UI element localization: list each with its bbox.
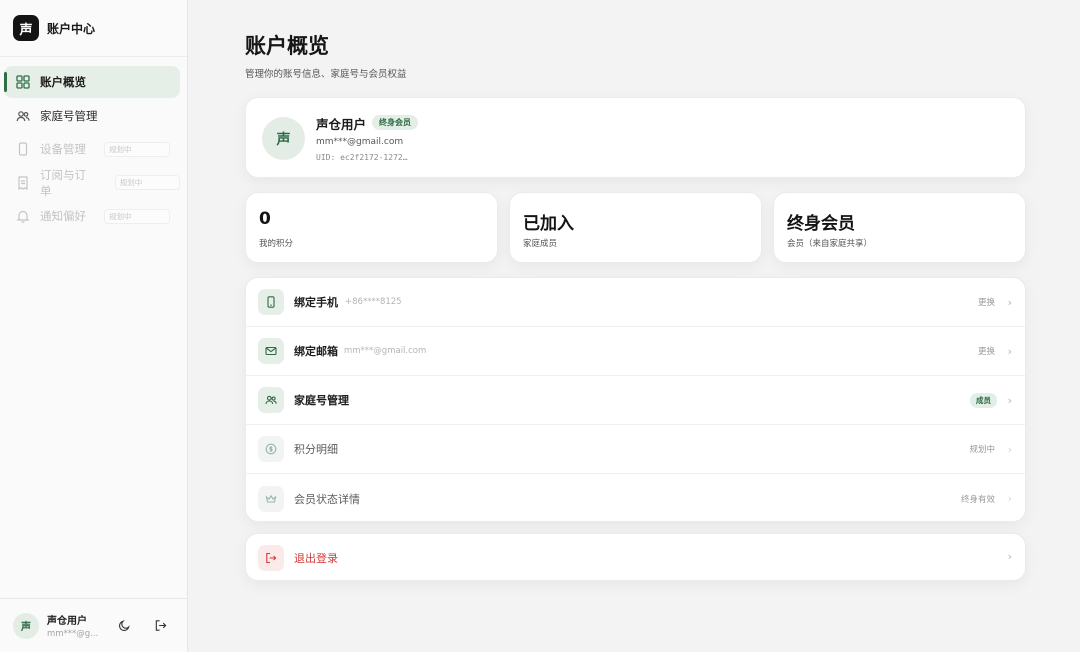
logout-label: 退出登录	[294, 552, 338, 565]
footer-user-email: mm***@g...	[47, 629, 99, 639]
sidebar-item-label: 订阅与订单	[40, 167, 86, 198]
brand-header: 声 账户中心	[0, 0, 187, 57]
logout-button[interactable]: 退出登录 ›	[245, 533, 1026, 581]
footer-user-info: 声仓用户 mm***@g...	[47, 612, 107, 639]
avatar[interactable]: 声	[13, 612, 39, 639]
users-icon	[16, 109, 30, 123]
brand-logo: 声	[13, 15, 39, 41]
coin-icon	[258, 436, 284, 462]
sidebar-item-subscriptions: 订阅与订单 规划中	[4, 167, 180, 199]
stat-value: 0	[259, 209, 271, 229]
sidebar-user-footer: 声 声仓用户 mm***@g...	[0, 598, 187, 652]
page-subtitle: 管理你的账号信息、家庭号与会员权益	[245, 69, 407, 80]
chevron-right-icon: ›	[1007, 492, 1012, 505]
row-status: 终身有效	[960, 494, 995, 505]
profile-email: mm***@gmail.com	[316, 137, 404, 147]
phone-icon	[16, 142, 30, 156]
sidebar-item-overview[interactable]: 账户概览	[4, 66, 180, 98]
sidebar-item-notifications: 通知偏好 规划中	[4, 200, 180, 232]
sidebar-item-devices: 设备管理 规划中	[4, 133, 180, 165]
stat-card-points: 0 我的积分	[245, 192, 498, 263]
profile-name: 声仓用户	[316, 117, 367, 132]
footer-logout-button[interactable]	[150, 616, 170, 636]
theme-toggle-button[interactable]	[114, 616, 134, 636]
stat-label: 家庭成员	[523, 239, 558, 249]
sidebar: 声 账户中心 账户概览 家庭号管理 设备管理 规划中 订阅与订单 规划中 通知偏…	[0, 0, 188, 652]
change-email-link[interactable]: 更换	[978, 345, 995, 357]
planned-badge: 规划中	[104, 208, 170, 224]
chevron-right-icon: ›	[1007, 344, 1012, 358]
sidebar-nav: 账户概览 家庭号管理 设备管理 规划中 订阅与订单 规划中 通知偏好 规划中	[0, 57, 187, 598]
role-badge: 成员	[970, 392, 997, 408]
main-content: 账户概览 管理你的账号信息、家庭号与会员权益 声 声仓用户 终身会员 mm***…	[188, 0, 1080, 652]
row-label: 会员状态详情	[294, 492, 360, 506]
stat-label: 我的积分	[259, 239, 294, 249]
logout-icon	[258, 545, 284, 571]
row-label: 积分明细	[294, 443, 338, 456]
membership-badge: 终身会员	[372, 115, 418, 130]
receipt-icon	[16, 175, 30, 190]
sidebar-item-label: 通知偏好	[40, 209, 86, 223]
profile-card: 声 声仓用户 终身会员 mm***@gmail.com UID: ec2f217…	[245, 97, 1026, 178]
planned-badge: 规划中	[104, 141, 170, 157]
row-value: mm***@gmail.com	[344, 346, 427, 356]
stat-value: 已加入	[523, 214, 574, 234]
sidebar-item-label: 家庭号管理	[40, 108, 98, 123]
sidebar-item-family[interactable]: 家庭号管理	[4, 100, 180, 132]
app-root: 声 账户中心 账户概览 家庭号管理 设备管理 规划中 订阅与订单 规划中 通知偏…	[0, 0, 1080, 652]
stat-label: 会员（来自家庭共享）	[787, 239, 873, 249]
sidebar-item-label: 账户概览	[40, 75, 86, 89]
list-item-email[interactable]: 绑定邮箱 mm***@gmail.com 更换 ›	[246, 327, 1025, 376]
logout-icon	[155, 620, 166, 631]
row-label: 家庭号管理	[294, 394, 349, 407]
brand-title: 账户中心	[47, 21, 96, 36]
chevron-right-icon: ›	[1007, 550, 1012, 563]
account-settings-list: 绑定手机 +86****8125 更换 › 绑定邮箱 mm***@gmail.c…	[245, 277, 1026, 522]
chevron-right-icon: ›	[1007, 393, 1012, 407]
avatar: 声	[262, 117, 305, 160]
planned-badge: 规划中	[114, 175, 180, 190]
stat-card-family: 已加入 家庭成员	[509, 192, 762, 263]
list-item-points[interactable]: 积分明细 规划中 ›	[246, 425, 1025, 474]
list-item-membership[interactable]: 会员状态详情 终身有效 ›	[246, 474, 1025, 521]
page-title: 账户概览	[245, 34, 329, 58]
phone-icon	[258, 289, 284, 315]
row-status: 规划中	[969, 445, 995, 455]
crown-icon	[258, 485, 284, 512]
list-item-phone[interactable]: 绑定手机 +86****8125 更换 ›	[246, 278, 1025, 327]
bell-icon	[16, 209, 30, 223]
row-label: 绑定手机	[294, 296, 338, 309]
row-value: +86****8125	[345, 297, 402, 307]
profile-uid: UID: ec2f2172-1272…	[316, 153, 408, 162]
mail-icon	[258, 338, 284, 364]
list-item-family[interactable]: 家庭号管理 成员 ›	[246, 376, 1025, 425]
moon-icon	[118, 620, 130, 631]
chevron-right-icon: ›	[1007, 442, 1012, 456]
chevron-right-icon: ›	[1007, 295, 1012, 309]
sidebar-item-label: 设备管理	[40, 142, 86, 156]
grid-icon	[16, 75, 30, 89]
change-phone-link[interactable]: 更换	[978, 296, 995, 308]
users-icon	[258, 387, 284, 413]
footer-user-name: 声仓用户	[47, 616, 87, 627]
stat-card-membership: 终身会员 会员（来自家庭共享）	[773, 192, 1026, 263]
row-label: 绑定邮箱	[294, 345, 338, 358]
stat-value: 终身会员	[787, 214, 855, 234]
